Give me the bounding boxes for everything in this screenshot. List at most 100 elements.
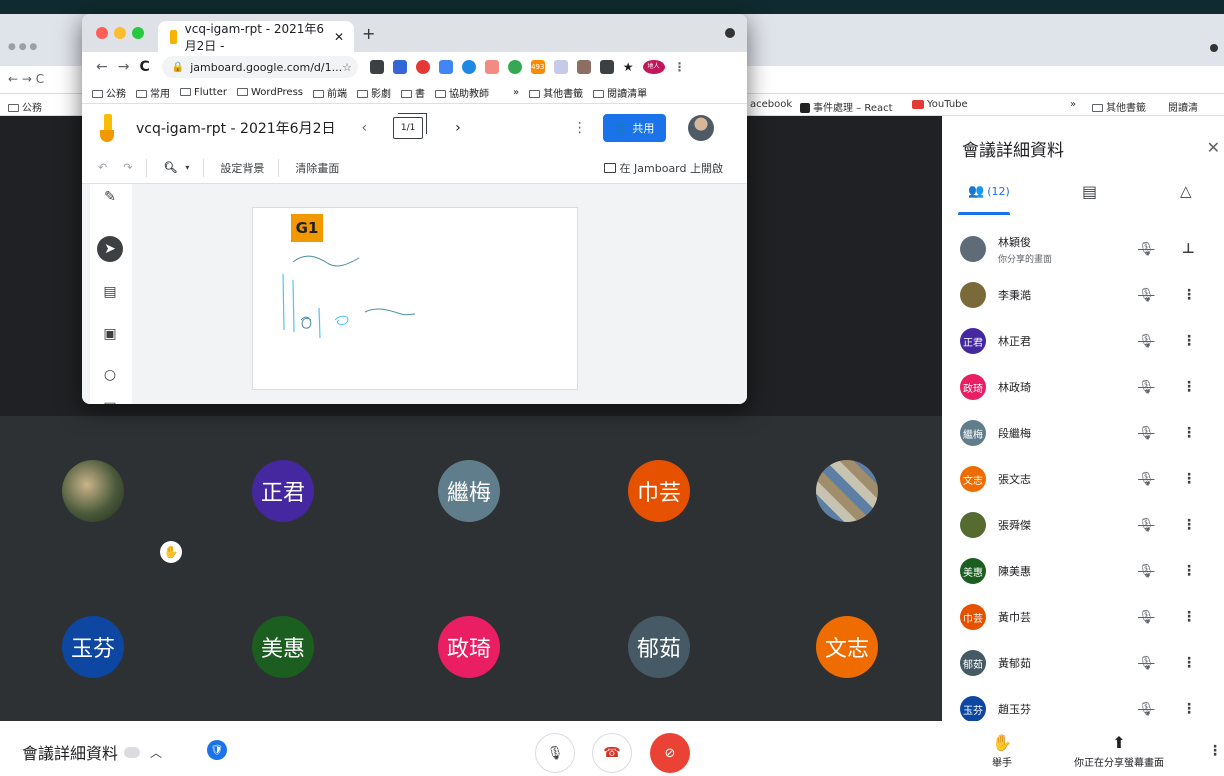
back-icon[interactable]: ←	[96, 59, 108, 75]
pen-icon[interactable]: ✎	[97, 184, 123, 210]
set-background-button[interactable]: 設定背景	[220, 160, 264, 176]
bookmarks-overflow[interactable]: »	[1070, 99, 1076, 110]
participant-more-icon[interactable]: ⋮	[1182, 287, 1196, 303]
mic-off-icon[interactable]: 🎙︎	[1138, 518, 1155, 533]
reading-list[interactable]: 閱讀清單	[593, 85, 647, 100]
participant-more-icon[interactable]: ⋮	[1182, 609, 1196, 625]
bookmark-link[interactable]: YouTube	[912, 99, 968, 110]
tab-people[interactable]: 👥 (12)	[968, 184, 1010, 199]
participant-tile[interactable]: 正君	[252, 460, 314, 522]
bookmark-link[interactable]: 事件處理 – React	[800, 99, 893, 114]
participant-tile[interactable]: 繼梅	[438, 460, 500, 522]
previous-frame-icon[interactable]: ‹	[362, 120, 368, 136]
minimize-window-icon[interactable]	[114, 27, 126, 39]
extension-icon[interactable]	[415, 60, 430, 74]
bookmark-folder[interactable]: 其他書籤	[529, 85, 583, 100]
mic-off-icon[interactable]: 🎙︎	[1138, 380, 1155, 395]
clear-frame-button[interactable]: 清除畫面	[295, 160, 339, 176]
new-tab-button[interactable]: +	[362, 24, 375, 43]
participant-more-icon[interactable]: ⋮	[1182, 471, 1196, 487]
participant-tile[interactable]: 巾芸	[628, 460, 690, 522]
mic-off-icon[interactable]: 🎙︎	[1138, 334, 1155, 349]
puzzle-icon[interactable]: ★	[623, 60, 634, 74]
extension-icon[interactable]	[576, 60, 591, 74]
sticky-note-icon[interactable]: ▤	[97, 279, 123, 305]
participant-row[interactable]: 張舜傑 🎙︎ ⋮	[942, 502, 1224, 548]
forward-icon[interactable]: →	[118, 59, 130, 75]
participant-row[interactable]: 巾芸 黃巾芸 🎙︎ ⋮	[942, 594, 1224, 640]
participant-tile[interactable]: 政琦	[438, 616, 500, 678]
bookmark-folder[interactable]: 公務	[8, 99, 42, 114]
undo-icon[interactable]: ↶	[98, 161, 107, 174]
participant-more-icon[interactable]: ⋮	[1182, 655, 1196, 671]
participant-tile[interactable]: 美惠	[252, 616, 314, 678]
rss-badge-icon[interactable]: 493	[530, 60, 545, 74]
extension-icon[interactable]	[461, 60, 476, 74]
bookmark-folder[interactable]: 常用	[136, 85, 170, 100]
mic-off-icon[interactable]: 🎙︎	[1138, 656, 1155, 671]
bookmarks-overflow[interactable]: »	[513, 87, 519, 98]
jam-board-frame[interactable]: G1	[252, 207, 578, 390]
close-tab-icon[interactable]: ✕	[334, 30, 344, 44]
extension-icon[interactable]	[599, 60, 614, 74]
participant-more-icon[interactable]: ⋮	[1182, 333, 1196, 349]
participant-tile[interactable]: 玉芬	[62, 616, 124, 678]
mic-off-icon[interactable]: 🎙︎	[1138, 472, 1155, 487]
profile-dot[interactable]	[725, 28, 735, 38]
meeting-details-button[interactable]: 會議詳細資料 ︿	[22, 740, 162, 764]
mic-off-icon[interactable]: 🎙︎	[1138, 702, 1155, 717]
extension-icon[interactable]	[507, 60, 522, 74]
select-tool-icon[interactable]: ➤	[97, 236, 123, 262]
bookmark-folder[interactable]: 書	[401, 85, 425, 100]
participant-row[interactable]: 文志 張文志 🎙︎ ⋮	[942, 456, 1224, 502]
participant-more-icon[interactable]: ⋮	[1182, 379, 1196, 395]
participant-more-icon[interactable]: ⋮	[1182, 701, 1196, 717]
leave-call-button[interactable]: ☎	[592, 733, 632, 773]
jamboard-logo-icon[interactable]	[100, 114, 114, 142]
mute-participant-icon[interactable]: 🎙︎	[1138, 242, 1155, 257]
security-shield-icon[interactable]: 🛡	[207, 740, 227, 760]
address-bar[interactable]: 🔒 jamboard.google.com/d/1... ☆	[161, 56, 358, 78]
tab-activities-icon[interactable]: △	[1180, 182, 1192, 200]
camera-button[interactable]: ⊘	[650, 733, 690, 773]
extension-icon[interactable]	[369, 60, 384, 74]
bookmark-folder[interactable]: 前端	[313, 85, 347, 100]
share-button[interactable]: 👤 共用	[602, 114, 667, 142]
open-in-jamboard-button[interactable]: 在 Jamboard 上開啟	[603, 160, 723, 176]
close-window-icon[interactable]	[96, 27, 108, 39]
mic-off-icon[interactable]: 🎙︎	[1138, 610, 1155, 625]
extension-icon[interactable]	[553, 60, 568, 74]
zoom-icon[interactable]: 🔍︎	[163, 161, 177, 174]
reading-list[interactable]: 閱讀清	[1168, 99, 1198, 114]
participant-more-icon[interactable]: ⋮	[1182, 563, 1196, 579]
pin-icon[interactable]: ⊥	[1182, 241, 1195, 257]
mic-off-icon[interactable]: 🎙︎	[1138, 288, 1155, 303]
bookmark-star-icon[interactable]: ☆	[342, 61, 352, 74]
browser-menu-icon[interactable]: ⋮	[674, 60, 686, 74]
participant-row[interactable]: 李秉澔 🎙︎ ⋮	[942, 272, 1224, 318]
extension-icon[interactable]	[484, 60, 499, 74]
nav-back-forward-icon[interactable]: ← → C	[8, 72, 44, 86]
raise-hand-button[interactable]: ✋ 舉手	[992, 733, 1012, 769]
image-icon[interactable]: ▣	[97, 321, 123, 347]
next-frame-icon[interactable]: ›	[455, 120, 461, 136]
participant-tile-photo[interactable]	[62, 460, 124, 522]
present-now-button[interactable]: ⬆ 你正在分享螢幕畫面	[1074, 733, 1164, 769]
redo-icon[interactable]: ↷	[123, 161, 132, 174]
profile-icon[interactable]: 地人	[642, 60, 665, 74]
bookmark-folder[interactable]: 公務	[92, 85, 126, 100]
bookmark-folder[interactable]: Flutter	[180, 87, 227, 98]
frame-counter[interactable]: 1/1	[393, 113, 428, 139]
microphone-button[interactable]: 🎙︎	[535, 733, 575, 773]
extension-icon[interactable]	[392, 60, 407, 74]
mic-off-icon[interactable]: 🎙︎	[1138, 426, 1155, 441]
more-options-icon[interactable]: ⋮	[1208, 743, 1222, 759]
jam-more-icon[interactable]: ⋮	[573, 120, 587, 136]
bookmark-folder[interactable]: 其他書籤	[1092, 99, 1146, 114]
avatar[interactable]	[688, 115, 715, 141]
extension-icon[interactable]	[438, 60, 453, 74]
bookmark-folder[interactable]: 協助教師	[435, 85, 489, 100]
reload-icon[interactable]: C	[139, 59, 149, 75]
jamboard-tab[interactable]: vcq-igam-rpt - 2021年6月2日 - ✕	[158, 21, 354, 53]
participant-row[interactable]: 林穎俊 你分享的畫面 🎙︎ ⊥	[942, 226, 1224, 272]
